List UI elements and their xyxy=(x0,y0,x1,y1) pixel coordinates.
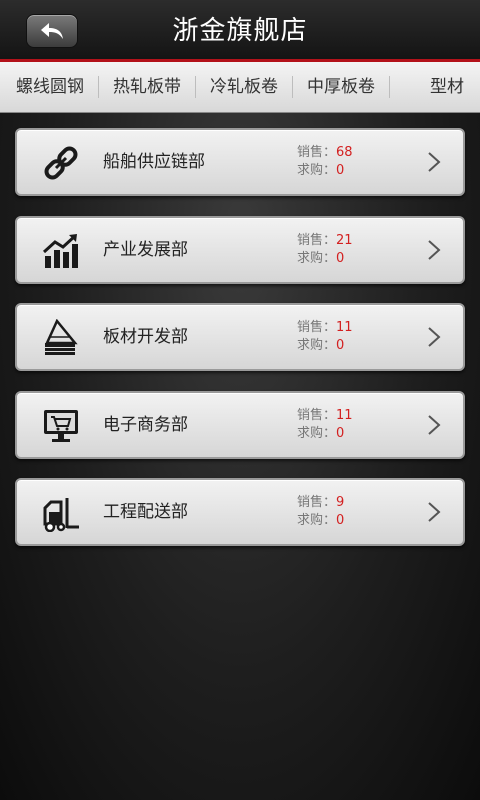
sales-count: 11 xyxy=(336,320,353,335)
tab-rebar[interactable]: 螺线圆钢 xyxy=(0,76,99,98)
chevron-right-icon xyxy=(428,152,441,172)
stacked-plates-icon xyxy=(45,319,78,355)
department-name: 产业发展部 xyxy=(103,239,188,260)
chevron-right-icon xyxy=(428,239,441,260)
department-stats: 销售：11 求购：0 xyxy=(297,407,353,443)
chevron-right-icon xyxy=(428,327,441,347)
department-item-industry[interactable]: 产业发展部 销售：21 求购：0 xyxy=(15,215,465,284)
department-item-logistics[interactable]: 工程配送部 销售：9 求购：0 xyxy=(15,478,465,546)
purchase-label: 求购： xyxy=(297,163,337,178)
growth-chart-icon xyxy=(42,233,78,268)
purchase-count: 0 xyxy=(336,513,345,528)
department-stats: 销售：68 求购：0 xyxy=(297,144,353,180)
department-name: 电子商务部 xyxy=(103,414,188,435)
title-bar: 浙金旗舰店 xyxy=(0,0,480,62)
department-item-ecommerce[interactable]: 电子商务部 销售：11 求购：0 xyxy=(15,390,465,459)
chain-link-icon xyxy=(44,146,78,180)
department-list: 船舶供应链部 销售：68 求购：0 产业发展部 销售：21 求购：0 板材开发部… xyxy=(15,128,465,566)
back-button[interactable] xyxy=(26,14,78,48)
forklift-icon xyxy=(43,498,79,532)
purchase-label: 求购： xyxy=(297,338,337,353)
sales-count: 21 xyxy=(336,232,353,248)
purchase-count: 0 xyxy=(336,338,345,353)
purchase-label: 求购： xyxy=(297,513,337,528)
sales-label: 销售： xyxy=(297,495,337,510)
sales-count: 68 xyxy=(336,145,353,160)
sales-label: 销售： xyxy=(297,407,337,423)
sales-label: 销售： xyxy=(297,320,337,335)
department-name: 工程配送部 xyxy=(103,502,188,522)
department-name: 船舶供应链部 xyxy=(103,152,205,172)
department-name: 板材开发部 xyxy=(103,327,188,347)
tab-medium-plate[interactable]: 中厚板卷 xyxy=(293,76,390,98)
department-item-shipping[interactable]: 船舶供应链部 销售：68 求购：0 xyxy=(15,128,465,196)
purchase-count: 0 xyxy=(336,163,345,178)
tab-cold-rolled[interactable]: 冷轧板卷 xyxy=(196,76,293,98)
purchase-label: 求购： xyxy=(297,250,337,266)
department-stats: 销售：11 求购：0 xyxy=(297,319,353,355)
department-stats: 销售：9 求购：0 xyxy=(297,494,344,530)
back-arrow-icon xyxy=(41,23,63,39)
tab-section-steel[interactable]: 型材 xyxy=(390,76,478,98)
sales-label: 销售： xyxy=(297,232,337,248)
computer-cart-icon xyxy=(44,409,78,442)
purchase-count: 0 xyxy=(336,425,345,441)
sales-label: 销售： xyxy=(297,145,337,160)
sales-count: 9 xyxy=(336,495,345,510)
department-item-plate[interactable]: 板材开发部 销售：11 求购：0 xyxy=(15,303,465,371)
department-stats: 销售：21 求购：0 xyxy=(297,232,353,268)
chevron-right-icon xyxy=(428,414,441,435)
sales-count: 11 xyxy=(336,407,353,423)
purchase-count: 0 xyxy=(336,250,345,266)
purchase-label: 求购： xyxy=(297,425,337,441)
chevron-right-icon xyxy=(428,502,441,522)
tab-hot-rolled[interactable]: 热轧板带 xyxy=(99,76,196,98)
category-tab-bar: 螺线圆钢 热轧板带 冷轧板卷 中厚板卷 型材 xyxy=(0,62,480,113)
